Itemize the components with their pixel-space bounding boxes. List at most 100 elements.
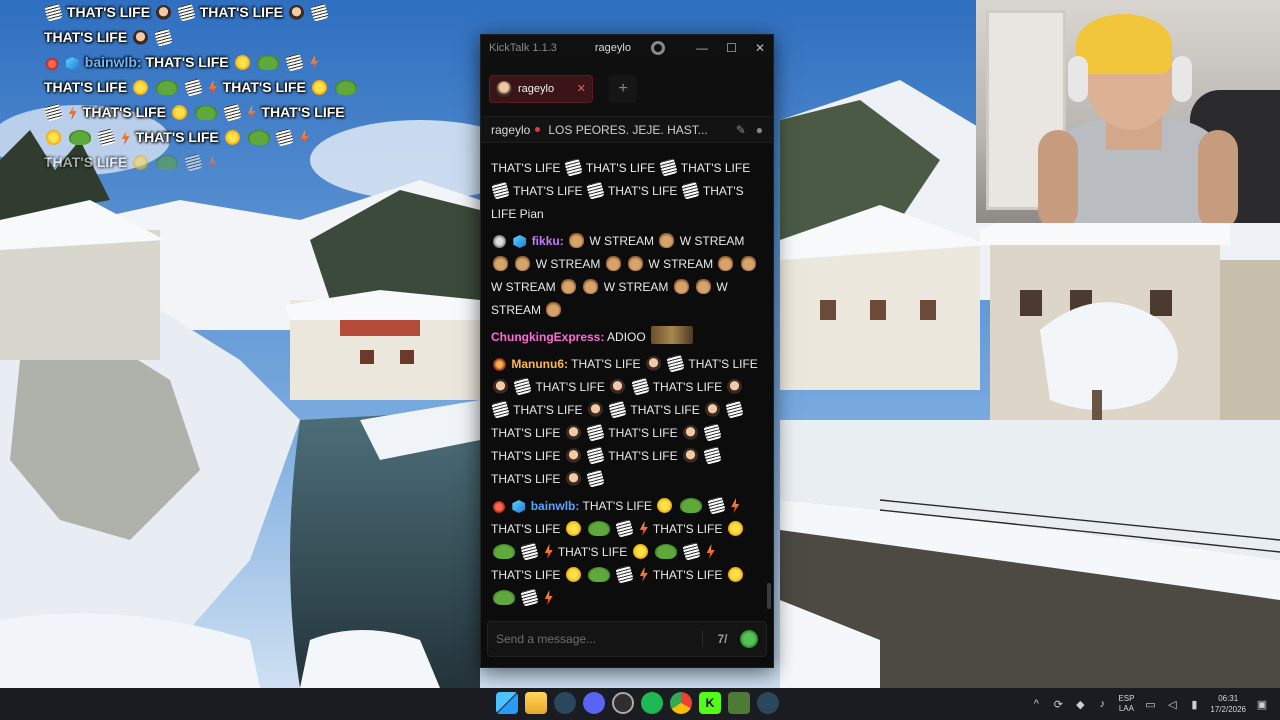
spotify-icon[interactable] (641, 692, 663, 714)
close-button[interactable]: ✕ (755, 41, 765, 55)
dog-emote-icon (673, 279, 689, 294)
paper-emote-icon (725, 400, 745, 419)
microphone-icon[interactable]: ♪ (1096, 698, 1108, 710)
paper-emote-icon (615, 565, 635, 584)
overlay-text: THAT'S LIFE (44, 29, 128, 45)
face-emote-icon (493, 379, 508, 394)
start-menu-icon[interactable] (496, 692, 518, 714)
chat-username[interactable]: ChungkingExpress: (491, 330, 604, 344)
bolt-emote-icon (706, 544, 715, 559)
kicktalk-icon[interactable]: K (699, 692, 721, 714)
streamer-arm-left (1038, 130, 1078, 223)
monitor-icon[interactable]: ▭ (1144, 698, 1156, 711)
dog-emote-icon (718, 256, 734, 271)
gif-emote-icon (651, 326, 694, 344)
chevron-up-icon[interactable]: ^ (1030, 698, 1042, 710)
gear-icon[interactable] (650, 41, 665, 55)
overlay-text: THAT'S LIFE (66, 4, 151, 20)
discord-icon[interactable] (583, 692, 605, 714)
face-emote-icon (565, 448, 581, 463)
add-tab-button[interactable]: + (609, 74, 637, 103)
chat-username[interactable]: fikku: (532, 234, 564, 248)
minimize-button[interactable]: — (696, 41, 708, 55)
chat-username[interactable]: bainwlb: (531, 499, 580, 513)
desktop-chat-overlay: THAT'S LIFE THAT'S LIFE THAT'S LIFE bain… (44, 0, 374, 175)
notification-icon[interactable]: ▣ (1256, 698, 1268, 711)
user-icon[interactable]: ● (756, 123, 763, 137)
chat-message: fikku: W STREAM W STREAM W STREAM W STRE… (491, 230, 759, 322)
paper-emote-icon (310, 3, 329, 22)
bolt-emote-icon (544, 544, 553, 559)
face-emote-icon (610, 379, 626, 394)
chat-scrollbar[interactable] (767, 583, 771, 609)
sync-icon[interactable]: ⟳ (1052, 698, 1064, 711)
frog-emote-icon (588, 521, 611, 536)
paper-emote-icon (285, 53, 304, 72)
language-indicator[interactable]: ESP LAA (1118, 694, 1134, 714)
system-tray: ^ ⟳ ◆ ♪ ESP LAA ▭ ◁ ▮ 06:31 17/2/2026 ▣ (1030, 688, 1268, 720)
streamer-arm-right (1198, 130, 1238, 223)
sun-emote-icon (311, 80, 327, 95)
pin-icon[interactable]: ✎ (736, 123, 746, 137)
paper-emote-icon (666, 354, 685, 373)
bolt-emote-icon (300, 130, 309, 145)
close-tab-icon[interactable]: ✕ (577, 82, 586, 95)
sun-emote-icon (234, 55, 250, 70)
paper-emote-icon (586, 181, 605, 200)
dog-emote-icon (583, 279, 599, 294)
pinned-message[interactable]: rageylo LOS PEORES. JEJE. HAST... ✎ ● (481, 117, 773, 143)
file-explorer-icon[interactable] (525, 692, 547, 714)
face-emote-icon (288, 5, 304, 20)
frog-emote-icon (194, 105, 217, 120)
chrome-icon[interactable] (670, 692, 692, 714)
frog-emote-icon (493, 590, 515, 605)
bolt-emote-icon (68, 105, 77, 120)
frog-emote-icon (654, 544, 677, 559)
sun-emote-icon (727, 521, 743, 536)
paper-emote-icon (586, 469, 605, 488)
bolt-emote-icon (310, 55, 319, 70)
paper-emote-icon (703, 423, 723, 442)
chat-username[interactable]: Manunu6: (511, 357, 568, 371)
paper-emote-icon (97, 128, 116, 147)
overlay-line: THAT'S LIFE THAT'S LIFE (44, 75, 374, 100)
pinned-username: rageylo (491, 122, 531, 137)
steam-icon[interactable] (554, 692, 576, 714)
battery-icon[interactable]: ▮ (1188, 698, 1200, 711)
overlay-line: THAT'S LIFE (44, 125, 374, 150)
paper-emote-icon (564, 158, 583, 177)
window-titlebar[interactable]: KickTalk 1.1.3 rageylo — ☐ ✕ (481, 35, 773, 61)
emote-picker-icon[interactable] (740, 630, 758, 648)
maximize-button[interactable]: ☐ (726, 41, 737, 55)
message-input[interactable] (496, 632, 696, 646)
game-icon[interactable] (728, 692, 750, 714)
face-emote-icon (727, 379, 743, 394)
chat-messages[interactable]: THAT'S LIFE THAT'S LIFE THAT'S LIFE THAT… (481, 155, 769, 617)
paper-emote-icon (586, 446, 605, 465)
paper-emote-icon (682, 542, 701, 561)
sun-emote-icon (224, 130, 240, 145)
paper-emote-icon (615, 519, 635, 538)
paper-emote-icon (275, 128, 295, 147)
frog-emote-icon (588, 567, 611, 582)
tab-rageylo[interactable]: rageylo ✕ (489, 74, 593, 103)
shield-icon[interactable]: ◆ (1074, 698, 1086, 711)
paper-emote-icon (658, 158, 678, 177)
webcam-feed (976, 0, 1280, 223)
dog-emote-icon (546, 302, 562, 317)
steam-icon[interactable] (757, 692, 779, 714)
face-emote-icon (683, 425, 698, 440)
face-emote-icon (133, 30, 149, 45)
frog-emote-icon (493, 544, 515, 559)
paper-emote-icon (177, 3, 196, 22)
face-emote-icon (155, 5, 171, 20)
frog-emote-icon (155, 80, 178, 95)
taskbar-apps: K (496, 692, 779, 714)
overlay-username: bainwlb: (84, 54, 142, 70)
bolt-emote-icon (208, 80, 217, 95)
obs-icon[interactable] (612, 692, 634, 714)
overlay-line: THAT'S LIFE (44, 25, 374, 50)
clock[interactable]: 06:31 17/2/2026 (1210, 693, 1246, 715)
kick-emote-icon[interactable]: 7/ (702, 631, 732, 647)
volume-icon[interactable]: ◁ (1166, 698, 1178, 711)
